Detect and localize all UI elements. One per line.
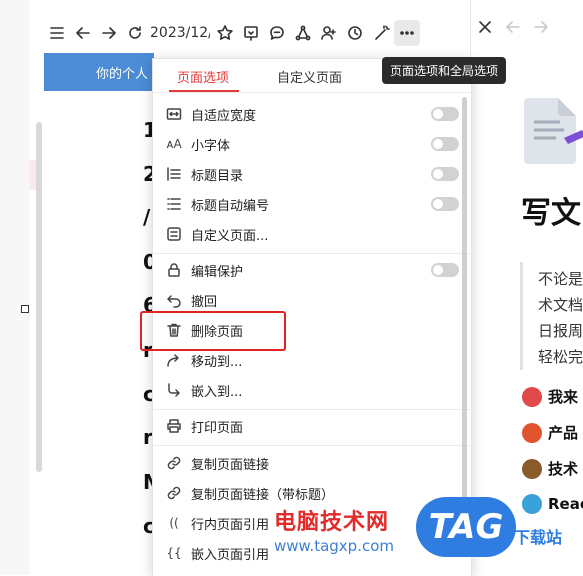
embed-icon — [165, 381, 183, 399]
move-arrow-icon — [165, 351, 183, 369]
forward-arrow-icon[interactable] — [96, 20, 122, 46]
magic-wand-icon[interactable] — [368, 20, 394, 46]
target-icon — [522, 422, 542, 443]
menu-item-edit-protect[interactable]: 编辑保护 — [153, 256, 463, 284]
menu-item-label: 编辑保护 — [191, 264, 244, 280]
menu-item-fit-width[interactable]: 自适应宽度 — [153, 100, 463, 128]
link-icon — [165, 454, 183, 472]
watermark-site-url: www.tagxp.com — [274, 537, 394, 555]
menu-item-undo[interactable]: 撤回 — [153, 286, 463, 314]
selection-handle[interactable] — [21, 305, 29, 313]
toc-toggle[interactable] — [431, 167, 459, 181]
refresh-icon[interactable] — [122, 20, 148, 46]
share-graph-icon[interactable] — [290, 20, 316, 46]
menu-item-copy-link-with-title[interactable]: 复制页面链接（带标题） — [153, 479, 463, 507]
back-arrow-icon[interactable] — [70, 20, 96, 46]
comment-icon[interactable] — [264, 20, 290, 46]
small-font-toggle[interactable] — [431, 137, 459, 151]
flag-icon — [522, 386, 542, 407]
menu-item-custom-page[interactable]: 自定义页面... — [153, 220, 463, 248]
list-item[interactable]: 技术 — [522, 458, 578, 479]
menu-divider — [153, 253, 471, 254]
active-tab-indicator — [169, 90, 239, 92]
watermark-badge: TAG — [416, 497, 516, 557]
menu-item-label: 自定义页面... — [191, 228, 269, 244]
list-item-label: Reac — [548, 495, 583, 513]
highlight-annotation — [140, 311, 286, 351]
menu-item-auto-numbering[interactable]: 标题自动编号 — [153, 190, 463, 218]
list-item[interactable]: 产品 — [522, 422, 578, 443]
menu-item-label: 嵌入页面引用 — [191, 547, 270, 563]
menu-item-label: 撤回 — [191, 294, 218, 310]
person-add-icon[interactable] — [316, 20, 342, 46]
edit-protect-toggle[interactable] — [431, 263, 459, 277]
menu-item-label: 复制页面链接（带标题） — [191, 487, 335, 503]
fit-width-toggle[interactable] — [431, 107, 459, 121]
menu-item-toc[interactable]: 标题目录 — [153, 160, 463, 188]
menu-item-label: 嵌入到... — [191, 384, 243, 400]
list-item-label: 我来 — [548, 388, 579, 406]
link-icon — [165, 484, 183, 502]
tab-page-options[interactable]: 页面选项 — [177, 67, 229, 86]
font-size-icon: ᴀA — [166, 137, 182, 151]
numbered-list-icon — [165, 195, 183, 213]
quote-line: 不论是 — [538, 270, 583, 288]
left-gutter — [0, 0, 30, 575]
quote-bar — [520, 262, 523, 370]
watermark-site-name: 电脑技术网 — [274, 510, 390, 535]
present-icon[interactable] — [238, 20, 264, 46]
back-arrow-icon[interactable] — [504, 18, 522, 40]
menu-divider — [153, 409, 471, 410]
quote-line: 术文档 — [538, 296, 583, 314]
auto-numbering-toggle[interactable] — [431, 197, 459, 211]
menu-item-copy-link[interactable]: 复制页面链接 — [153, 449, 463, 477]
inline-ref-icon: (( — [169, 516, 179, 530]
star-icon[interactable] — [212, 20, 238, 46]
menu-item-label: 打印页面 — [191, 420, 244, 436]
more-options-tooltip: 页面选项和全局选项 — [382, 57, 507, 84]
list-item[interactable]: 我来 — [522, 386, 578, 407]
right-toolbar — [476, 18, 550, 40]
address-text[interactable]: 2023/12/ — [150, 25, 210, 41]
left-scrollbar[interactable] — [36, 122, 42, 472]
list-item[interactable]: Reac — [522, 494, 583, 514]
lock-icon — [165, 261, 183, 279]
menu-divider — [153, 445, 471, 446]
custom-page-icon — [165, 225, 183, 243]
close-icon[interactable] — [476, 18, 494, 40]
document-icon — [522, 96, 583, 166]
forward-arrow-icon[interactable] — [532, 18, 550, 40]
coffee-icon — [522, 458, 542, 479]
menu-item-label: 行内页面引用 — [191, 517, 270, 533]
menu-item-small-font[interactable]: ᴀA 小字体 — [153, 130, 463, 158]
quote-line: 轻松完 — [538, 348, 583, 366]
menu-icon[interactable] — [44, 20, 70, 46]
top-toolbar: 2023/12/ — [44, 14, 464, 52]
menu-item-label: 标题目录 — [191, 168, 244, 184]
doc-title: 写文 — [521, 196, 581, 231]
menu-item-label: 自适应宽度 — [191, 108, 257, 124]
list-item-label: 技术 — [548, 460, 579, 478]
menu-scrollbar[interactable] — [462, 97, 467, 517]
printer-icon — [165, 417, 183, 435]
undo-icon — [165, 291, 183, 309]
list-item-label: 产品 — [548, 424, 579, 442]
menu-item-label: 标题自动编号 — [191, 198, 270, 214]
react-icon — [522, 494, 542, 514]
menu-item-label: 复制页面链接 — [191, 457, 270, 473]
toc-icon — [165, 165, 183, 183]
watermark-xz: 下载站 — [514, 528, 563, 547]
tab-custom-page[interactable]: 自定义页面 — [277, 67, 342, 86]
doc-header-banner: 你的个人 — [44, 53, 154, 91]
more-icon[interactable] — [394, 20, 420, 46]
history-icon[interactable] — [342, 20, 368, 46]
menu-item-label: 小字体 — [191, 138, 231, 154]
menu-item-label: 移动到... — [191, 354, 243, 370]
block-ref-icon: {{ — [166, 546, 182, 560]
doc-header-text: 你的个人 — [95, 66, 148, 82]
fit-width-icon — [165, 105, 183, 123]
menu-item-print[interactable]: 打印页面 — [153, 412, 463, 440]
quote-line: 日报周 — [538, 322, 583, 340]
menu-item-embed-to[interactable]: 嵌入到... — [153, 376, 463, 404]
